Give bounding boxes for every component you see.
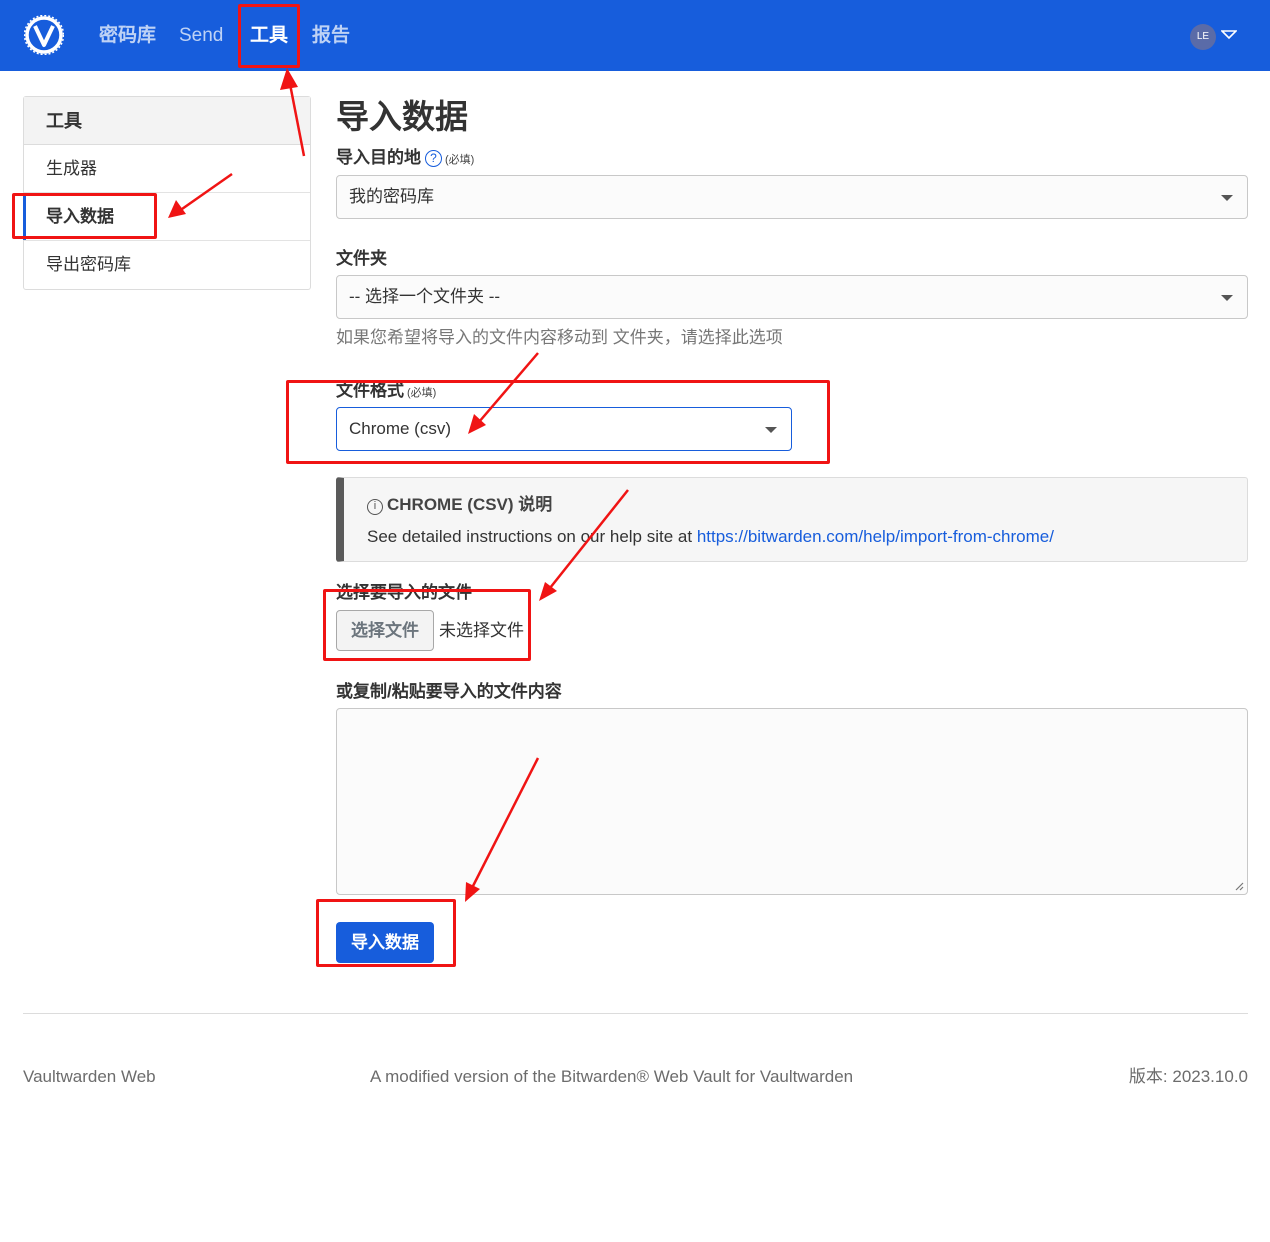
top-navbar: 密码库 Send 工具 报告 LE bbox=[0, 0, 1270, 71]
help-icon[interactable]: ? bbox=[425, 150, 442, 167]
destination-label-text: 导入目的地 bbox=[336, 148, 421, 167]
callout-body-text: See detailed instructions on our help si… bbox=[367, 527, 697, 546]
footer-left: Vaultwarden Web bbox=[23, 1067, 156, 1086]
help-link[interactable]: https://bitwarden.com/help/import-from-c… bbox=[697, 527, 1054, 546]
annotation-box-submit bbox=[316, 899, 456, 967]
footer-divider bbox=[23, 1013, 1248, 1014]
folder-label: 文件夹 bbox=[336, 249, 387, 268]
nav-vault[interactable]: 密码库 bbox=[99, 24, 156, 48]
folder-value: -- 选择一个文件夹 -- bbox=[349, 287, 501, 306]
sidebar-item-generator[interactable]: 生成器 bbox=[24, 145, 310, 193]
callout-body: See detailed instructions on our help si… bbox=[367, 526, 1054, 548]
info-icon: i bbox=[367, 499, 383, 515]
chevron-down-icon[interactable] bbox=[1221, 30, 1237, 40]
annotation-box-tools-tab bbox=[238, 4, 300, 68]
callout-title-text: CHROME (CSV) 说明 bbox=[387, 495, 553, 514]
folder-select[interactable]: -- 选择一个文件夹 -- bbox=[336, 275, 1248, 319]
annotation-box-import-item bbox=[12, 193, 157, 239]
folder-hint: 如果您希望将导入的文件内容移动到 文件夹，请选择此选项 bbox=[336, 328, 783, 347]
sidebar-heading: 工具 bbox=[24, 97, 310, 145]
paste-textarea[interactable] bbox=[336, 708, 1248, 895]
destination-label: 导入目的地? (必填) bbox=[336, 147, 474, 171]
annotation-box-file bbox=[323, 589, 531, 661]
nav-reports[interactable]: 报告 bbox=[312, 24, 350, 48]
footer-version: 版本: 2023.10.0 bbox=[1128, 1067, 1248, 1086]
destination-select[interactable]: 我的密码库 bbox=[336, 175, 1248, 219]
sidebar-item-export[interactable]: 导出密码库 bbox=[24, 241, 310, 289]
callout-title: i CHROME (CSV) 说明 bbox=[367, 494, 552, 516]
nav-send[interactable]: Send bbox=[179, 24, 223, 48]
resize-handle-icon[interactable] bbox=[1234, 881, 1244, 891]
caret-down-icon bbox=[1221, 195, 1233, 201]
paste-label: 或复制/粘贴要导入的文件内容 bbox=[336, 682, 562, 701]
instructions-callout: i CHROME (CSV) 说明 See detailed instructio… bbox=[336, 477, 1248, 562]
avatar[interactable]: LE bbox=[1190, 24, 1216, 50]
destination-value: 我的密码库 bbox=[349, 187, 434, 206]
annotation-box-format bbox=[286, 380, 830, 464]
page-title: 导入数据 bbox=[336, 98, 468, 135]
vaultwarden-logo-icon[interactable] bbox=[24, 15, 64, 55]
caret-down-icon bbox=[1221, 295, 1233, 301]
required-marker: (必填) bbox=[445, 154, 475, 166]
footer-center: A modified version of the Bitwarden® Web… bbox=[370, 1067, 854, 1086]
